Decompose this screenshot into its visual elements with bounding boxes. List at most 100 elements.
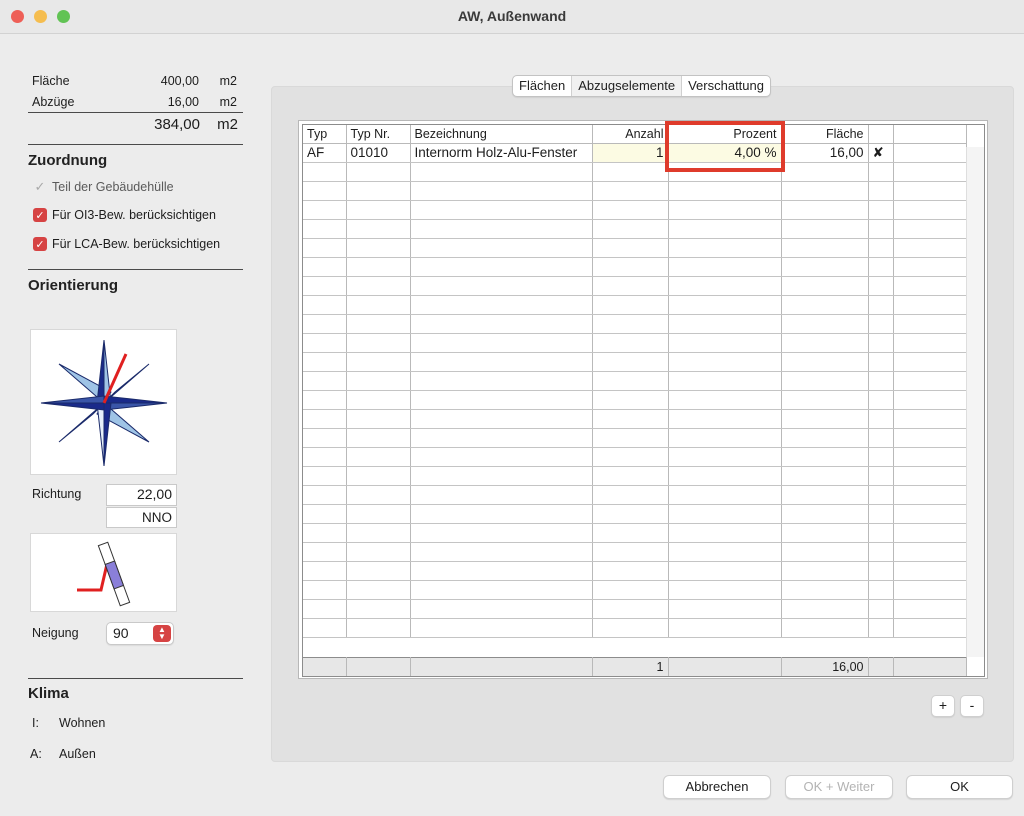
table-cell-empty[interactable] — [781, 409, 869, 429]
delete-row-icon[interactable]: ✘ — [868, 143, 894, 163]
table-cell-empty[interactable] — [346, 352, 411, 372]
cancel-button[interactable]: Abbrechen — [663, 775, 771, 799]
table-cell-empty[interactable] — [303, 276, 347, 296]
cell-flaeche[interactable]: 16,00 — [781, 143, 869, 163]
table-cell-empty[interactable] — [592, 390, 669, 410]
table-cell-empty[interactable] — [303, 200, 347, 220]
table-cell-empty[interactable] — [668, 580, 782, 600]
table-cell-empty[interactable] — [592, 618, 669, 638]
table-row-empty[interactable] — [303, 599, 967, 619]
table-cell-empty[interactable] — [410, 390, 593, 410]
table-row-empty[interactable] — [303, 618, 967, 638]
table-row-empty[interactable] — [303, 390, 967, 410]
table-cell-empty[interactable] — [303, 257, 347, 277]
cell-anzahl[interactable]: 1 — [592, 143, 669, 163]
table-row-empty[interactable] — [303, 219, 967, 239]
table-cell-empty[interactable] — [668, 561, 782, 581]
table-row-empty[interactable] — [303, 371, 967, 391]
table-cell-empty[interactable] — [668, 523, 782, 543]
table-row-empty[interactable] — [303, 333, 967, 353]
table-cell-empty[interactable] — [668, 618, 782, 638]
column-header-typ[interactable]: Typ — [303, 125, 347, 144]
table-cell-empty[interactable] — [592, 200, 669, 220]
table-cell-empty[interactable] — [592, 485, 669, 505]
table-row-empty[interactable] — [303, 314, 967, 334]
table-cell-empty[interactable] — [303, 580, 347, 600]
lca-checkbox[interactable]: ✓ Für LCA-Bew. berücksichtigen — [33, 236, 220, 252]
table-cell-empty[interactable] — [346, 466, 411, 486]
table-cell-empty[interactable] — [781, 238, 869, 258]
table-cell-empty[interactable] — [592, 428, 669, 448]
table-row-empty[interactable] — [303, 485, 967, 505]
ok-next-button[interactable]: OK + Weiter — [785, 775, 893, 799]
table-cell-empty[interactable] — [592, 257, 669, 277]
table-cell-empty[interactable] — [668, 295, 782, 315]
gebaeudehuelle-checkbox[interactable]: ✓ Teil der Gebäudehülle — [33, 179, 174, 195]
table-cell-empty[interactable] — [781, 599, 869, 619]
table-cell-empty[interactable] — [303, 219, 347, 239]
table-cell-empty[interactable] — [410, 618, 593, 638]
table-cell-empty[interactable] — [303, 542, 347, 562]
table-cell-empty[interactable] — [410, 542, 593, 562]
remove-row-button[interactable]: - — [960, 695, 984, 717]
cell-typ[interactable]: AF — [303, 143, 347, 163]
table-cell-empty[interactable] — [303, 162, 347, 182]
table-cell-empty[interactable] — [346, 276, 411, 296]
table-cell-empty[interactable] — [668, 409, 782, 429]
table-cell-empty[interactable] — [781, 390, 869, 410]
table-cell-empty[interactable] — [668, 276, 782, 296]
table-row-empty[interactable] — [303, 257, 967, 277]
table-cell-empty[interactable] — [592, 295, 669, 315]
table-cell-empty[interactable] — [781, 257, 869, 277]
table-cell-empty[interactable] — [346, 447, 411, 467]
table-cell-empty[interactable] — [592, 523, 669, 543]
table-cell-empty[interactable] — [346, 390, 411, 410]
table-cell-empty[interactable] — [410, 447, 593, 467]
table-cell-empty[interactable] — [781, 618, 869, 638]
table-cell-empty[interactable] — [410, 295, 593, 315]
table-cell-empty[interactable] — [303, 447, 347, 467]
column-header-bezeichnung[interactable]: Bezeichnung — [410, 125, 593, 144]
table-cell-empty[interactable] — [346, 295, 411, 315]
table-row-empty[interactable] — [303, 409, 967, 429]
table-row-empty[interactable] — [303, 428, 967, 448]
table-cell-empty[interactable] — [781, 504, 869, 524]
table-cell-empty[interactable] — [346, 200, 411, 220]
table-cell-empty[interactable] — [781, 181, 869, 201]
table-cell-empty[interactable] — [668, 238, 782, 258]
table-cell-empty[interactable] — [346, 523, 411, 543]
table-row-empty[interactable] — [303, 561, 967, 581]
table-cell-empty[interactable] — [303, 428, 347, 448]
table-cell-empty[interactable] — [781, 580, 869, 600]
table-cell-empty[interactable] — [668, 333, 782, 353]
compass-rose-widget[interactable] — [30, 329, 177, 475]
table-cell-empty[interactable] — [592, 333, 669, 353]
table-cell-empty[interactable] — [303, 504, 347, 524]
table-cell-empty[interactable] — [303, 295, 347, 315]
table-cell-empty[interactable] — [592, 276, 669, 296]
table-cell-empty[interactable] — [781, 428, 869, 448]
table-cell-empty[interactable] — [410, 485, 593, 505]
table-cell-empty[interactable] — [303, 485, 347, 505]
table-cell-empty[interactable] — [781, 314, 869, 334]
table-cell-empty[interactable] — [592, 371, 669, 391]
table-cell-empty[interactable] — [410, 523, 593, 543]
table-cell-empty[interactable] — [410, 371, 593, 391]
table-row-empty[interactable] — [303, 181, 967, 201]
table-cell-empty[interactable] — [592, 580, 669, 600]
table-cell-empty[interactable] — [592, 352, 669, 372]
table-row-empty[interactable] — [303, 276, 967, 296]
table-cell-empty[interactable] — [592, 409, 669, 429]
table-cell-empty[interactable] — [346, 504, 411, 524]
tab-flaechen[interactable]: Flächen — [513, 76, 573, 96]
table-cell-empty[interactable] — [781, 485, 869, 505]
table-cell-empty[interactable] — [668, 257, 782, 277]
tab-verschattung[interactable]: Verschattung — [682, 76, 770, 96]
table-cell-empty[interactable] — [668, 200, 782, 220]
table-cell-empty[interactable] — [410, 599, 593, 619]
table-cell-empty[interactable] — [592, 238, 669, 258]
table-cell-empty[interactable] — [303, 181, 347, 201]
table-scrollbar[interactable] — [966, 147, 984, 657]
table-cell-empty[interactable] — [346, 371, 411, 391]
table-cell-empty[interactable] — [346, 599, 411, 619]
